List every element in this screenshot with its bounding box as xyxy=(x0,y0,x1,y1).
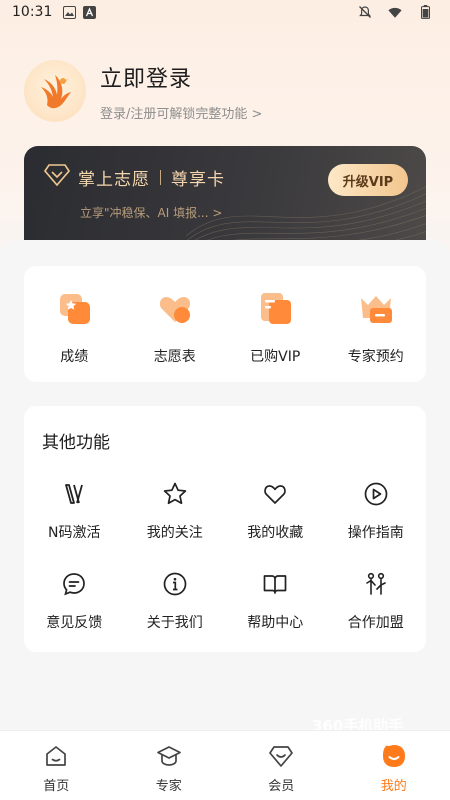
quick-action-purchased-vip[interactable]: 已购VIP xyxy=(230,288,320,366)
other-functions-title: 其他功能 xyxy=(42,433,110,453)
function-partnership[interactable]: 合作加盟 xyxy=(326,570,427,660)
login-subtitle[interactable]: 登录/注册可解锁完整功能 > xyxy=(100,103,262,122)
font-icon xyxy=(82,5,96,19)
score-icon xyxy=(54,288,94,328)
avatar[interactable] xyxy=(24,60,86,122)
battery-icon xyxy=(418,5,432,19)
quick-action-label: 专家预约 xyxy=(347,349,404,365)
tab-expert[interactable]: 专家 xyxy=(113,731,226,800)
vip-card-subtitle[interactable]: 立享"冲稳保、AI 填报... > xyxy=(80,204,222,221)
quick-action-label: 志愿表 xyxy=(153,349,196,365)
phoenix-logo-icon xyxy=(41,75,71,109)
heart-icon xyxy=(261,480,289,508)
function-my-follows[interactable]: 我的关注 xyxy=(125,480,226,570)
status-bar: 10:31 xyxy=(0,0,450,24)
diamond-icon xyxy=(43,164,71,190)
me-icon xyxy=(381,743,407,769)
vip-card-name: 掌上志愿 xyxy=(78,169,150,190)
tab-label: 首页 xyxy=(43,779,70,794)
vip-card-type: 尊享卡 xyxy=(171,169,225,190)
function-label: 关于我们 xyxy=(146,615,203,631)
quick-action-label: 已购VIP xyxy=(250,349,301,365)
function-label: 我的关注 xyxy=(146,525,203,541)
upgrade-vip-button[interactable]: 升级VIP xyxy=(328,164,408,196)
expert-booking-icon xyxy=(356,288,396,328)
function-feedback[interactable]: 意见反馈 xyxy=(24,570,125,660)
login-title[interactable]: 立即登录 xyxy=(100,61,262,93)
tab-label: 我的 xyxy=(380,779,407,794)
wifi-icon xyxy=(388,5,402,19)
quick-actions-card: 成绩 志愿表 已购VIP 专家预约 xyxy=(24,266,426,382)
tab-vip[interactable]: 会员 xyxy=(225,731,338,800)
vip-divider xyxy=(160,169,161,185)
function-label: 帮助中心 xyxy=(247,615,304,631)
feedback-icon xyxy=(60,570,88,598)
tab-home[interactable]: 首页 xyxy=(0,731,113,800)
function-label: 合作加盟 xyxy=(347,615,404,631)
vip-icon xyxy=(268,743,294,769)
function-help-center[interactable]: 帮助中心 xyxy=(225,570,326,660)
home-icon xyxy=(43,743,69,769)
tab-label: 会员 xyxy=(268,779,295,794)
function-about-us[interactable]: 关于我们 xyxy=(125,570,226,660)
quick-action-wish-list[interactable]: 志愿表 xyxy=(130,288,220,366)
star-icon xyxy=(161,480,189,508)
function-label: N码激活 xyxy=(48,525,101,541)
gallery-icon xyxy=(62,5,76,19)
function-n-code[interactable]: N码激活 xyxy=(24,480,125,570)
play-icon xyxy=(362,480,390,508)
partnership-icon xyxy=(362,570,390,598)
function-label: 操作指南 xyxy=(347,525,404,541)
function-my-favorites[interactable]: 我的收藏 xyxy=(225,480,326,570)
status-time: 10:31 xyxy=(12,4,53,20)
quick-action-label: 成绩 xyxy=(60,349,89,365)
function-label: 意见反馈 xyxy=(46,615,103,631)
book-icon xyxy=(261,570,289,598)
n-code-icon xyxy=(60,480,88,508)
tab-label: 专家 xyxy=(155,779,182,794)
bottom-tab-bar: 首页 专家 会员 我的 xyxy=(0,730,450,800)
function-operation-guide[interactable]: 操作指南 xyxy=(326,480,427,570)
profile-section[interactable]: 立即登录 登录/注册可解锁完整功能 > xyxy=(24,60,262,122)
function-label: 我的收藏 xyxy=(247,525,304,541)
wish-list-icon xyxy=(155,288,195,328)
purchased-vip-icon xyxy=(255,288,295,328)
other-functions-card: 其他功能 N码激活 我的关注 我的收藏 操作指南 意见反馈 关于我们 帮助中心 … xyxy=(24,406,426,652)
expert-icon xyxy=(156,743,182,769)
quick-action-score[interactable]: 成绩 xyxy=(29,288,119,366)
tab-me[interactable]: 我的 xyxy=(338,731,450,800)
quick-action-expert-booking[interactable]: 专家预约 xyxy=(331,288,421,366)
info-icon xyxy=(161,570,189,598)
mute-icon xyxy=(358,5,372,19)
